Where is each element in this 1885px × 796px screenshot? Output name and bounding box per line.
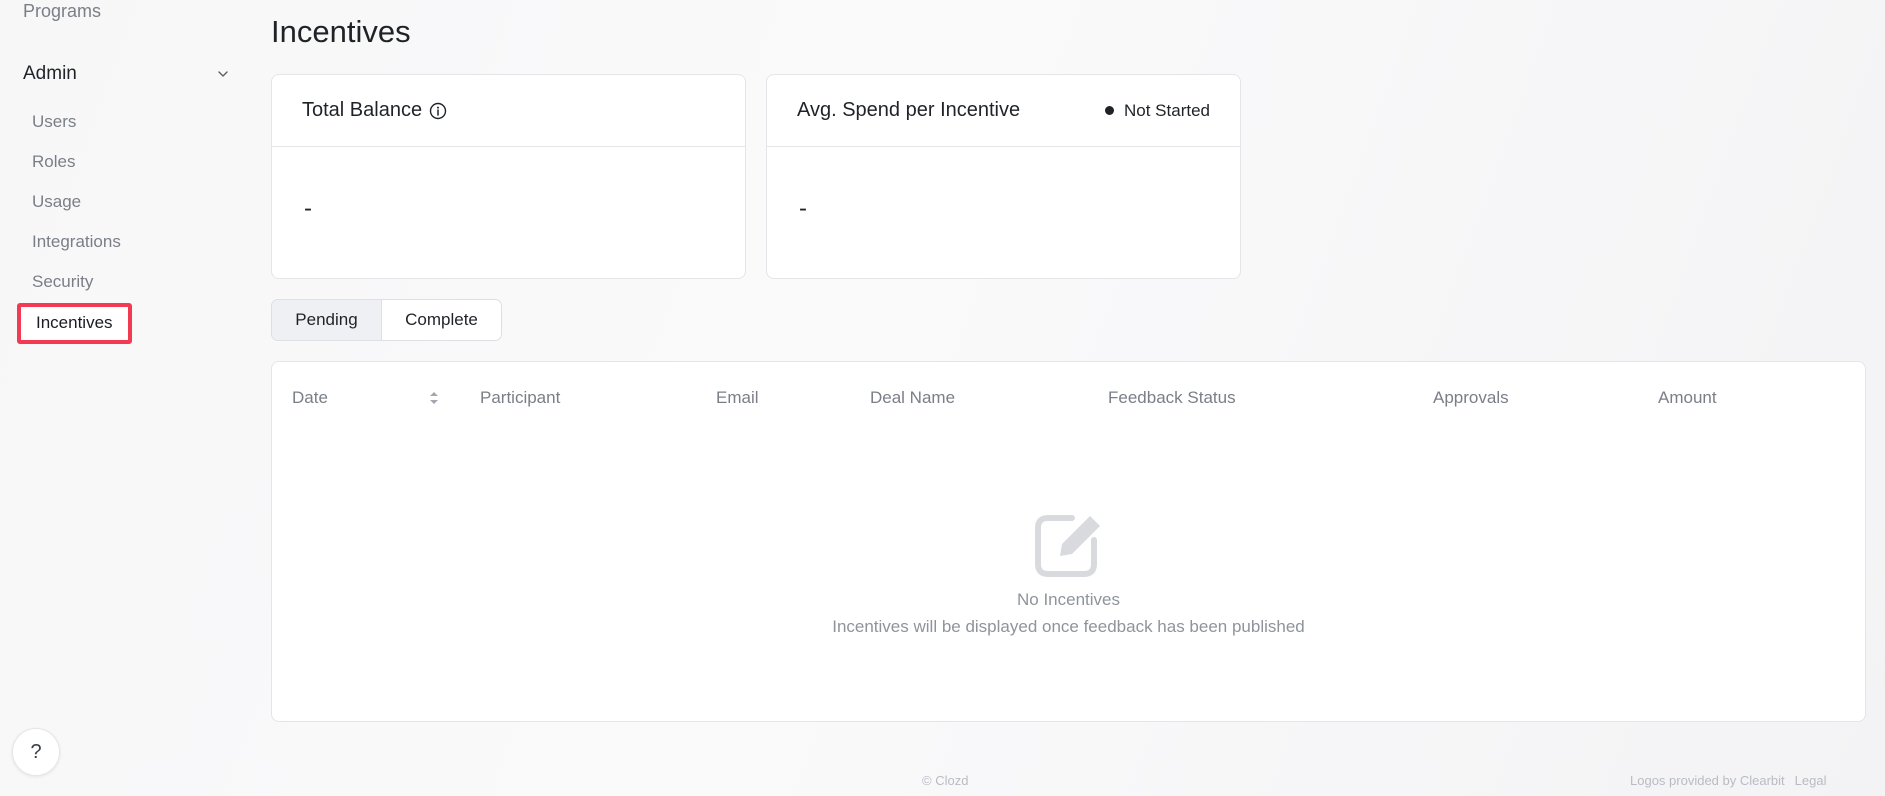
sidebar-section-admin-label: Admin	[23, 63, 77, 84]
tab-group: Pending Complete	[271, 299, 502, 341]
sidebar-item-usage[interactable]: Usage	[32, 191, 81, 213]
status-badge: Not Started	[1105, 101, 1210, 121]
avg-spend-value: -	[799, 195, 807, 222]
help-button[interactable]: ?	[12, 728, 60, 776]
sidebar-item-integrations[interactable]: Integrations	[32, 231, 121, 253]
sidebar-item-roles[interactable]: Roles	[32, 151, 75, 173]
sidebar: Programs Admin Users Roles Usage Integra…	[0, 0, 250, 796]
column-header-participant: Participant	[480, 388, 561, 407]
sidebar-item-security[interactable]: Security	[32, 271, 93, 293]
total-balance-title: Total Balance	[302, 99, 423, 121]
empty-state-title: No Incentives	[1017, 590, 1120, 609]
column-header-date[interactable]: Date	[292, 388, 328, 408]
chevron-down-icon	[218, 71, 228, 77]
card-header: Avg. Spend per Incentive Not Started	[767, 75, 1240, 147]
total-balance-card: Total Balance -	[271, 74, 746, 279]
column-header-approvals: Approvals	[1433, 388, 1509, 407]
page-title: Incentives	[271, 14, 411, 49]
empty-state-subtitle: Incentives will be displayed once feedba…	[832, 617, 1305, 636]
footer-copyright: © Clozd	[922, 773, 969, 788]
incentives-table: Date Participant Email Deal Name Feedbac…	[271, 361, 1866, 722]
status-dot-icon	[1105, 106, 1114, 115]
avg-spend-title: Avg. Spend per Incentive	[797, 99, 1021, 121]
status-label: Not Started	[1124, 100, 1210, 120]
total-balance-value: -	[304, 195, 312, 222]
tab-complete[interactable]: Complete	[382, 300, 501, 340]
sidebar-item-incentives[interactable]: Incentives	[17, 303, 132, 344]
sidebar-item-users[interactable]: Users	[32, 111, 76, 133]
sidebar-item-programs[interactable]: Programs	[23, 1, 101, 22]
card-header: Total Balance	[272, 75, 745, 147]
sidebar-section-admin[interactable]: Admin	[23, 60, 233, 88]
card-title-wrap: Total Balance	[302, 99, 447, 122]
info-icon[interactable]	[429, 102, 447, 120]
column-header-amount: Amount	[1658, 388, 1717, 407]
tab-pending[interactable]: Pending	[272, 300, 382, 340]
column-header-deal-name: Deal Name	[870, 388, 956, 407]
footer-links: Logos provided by Clearbit Legal	[1630, 773, 1826, 788]
column-header-email: Email	[716, 388, 759, 407]
sort-icon[interactable]	[428, 389, 440, 407]
footer-legal-link[interactable]: Legal	[1795, 773, 1827, 788]
edit-icon	[1035, 515, 1100, 577]
column-header-feedback-status: Feedback Status	[1108, 388, 1236, 407]
footer-logos-credit[interactable]: Logos provided by Clearbit	[1630, 773, 1785, 788]
avg-spend-card: Avg. Spend per Incentive Not Started -	[766, 74, 1241, 279]
